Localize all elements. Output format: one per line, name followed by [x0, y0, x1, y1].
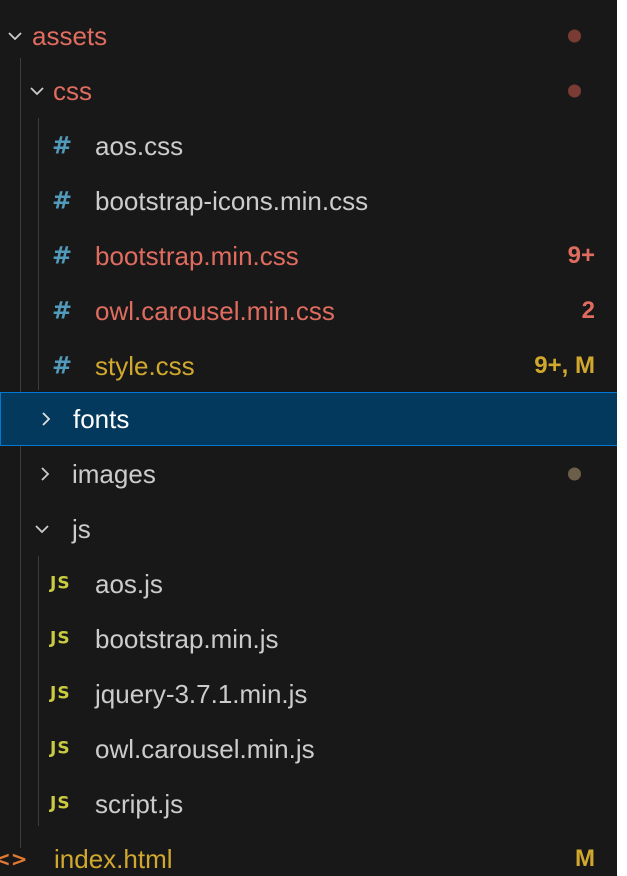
- css-file-icon: #: [52, 241, 73, 270]
- right-frame-edge: [617, 0, 627, 876]
- folder-label-fonts: fonts: [73, 404, 130, 434]
- problem-dot: [568, 84, 581, 98]
- folder-label-images: images: [72, 459, 156, 489]
- file-label: style.css: [95, 351, 195, 381]
- css-file-icon: #: [52, 186, 73, 215]
- problem-dot: [568, 29, 581, 43]
- js-file-icon: JS: [50, 683, 71, 704]
- folder-label-assets: assets: [32, 21, 108, 51]
- folder-label-js: js: [72, 514, 91, 544]
- js-file-icon: JS: [50, 793, 71, 814]
- file-label: owl.carousel.min.js: [95, 734, 315, 764]
- chevron-right-icon: [37, 410, 55, 428]
- file-script-js[interactable]: JS script.js: [0, 777, 627, 831]
- file-label: index.html: [54, 844, 173, 874]
- file-aos-css[interactable]: # aos.css: [0, 119, 627, 173]
- js-file-icon: JS: [50, 738, 71, 759]
- file-label: script.js: [95, 789, 184, 819]
- file-bootstrap-icons-css[interactable]: # bootstrap-icons.min.css: [0, 174, 627, 228]
- file-label: bootstrap.min.js: [95, 624, 279, 654]
- file-bootstrap-min-css[interactable]: # bootstrap.min.css 9+: [0, 229, 627, 283]
- file-label: aos.css: [95, 131, 184, 161]
- file-label: jquery-3.7.1.min.js: [95, 679, 308, 709]
- chevron-down-icon: [33, 520, 51, 538]
- file-jquery-js[interactable]: JS jquery-3.7.1.min.js: [0, 667, 627, 721]
- file-bootstrap-min-js[interactable]: JS bootstrap.min.js: [0, 612, 627, 666]
- file-owl-carousel-css[interactable]: # owl.carousel.min.css 2: [0, 284, 627, 338]
- file-style-css[interactable]: # style.css 9+, M: [0, 339, 627, 393]
- status-badge: 9+, M: [534, 352, 595, 379]
- folder-fonts[interactable]: fonts: [0, 392, 627, 446]
- folder-css[interactable]: css: [0, 64, 627, 118]
- js-file-icon: JS: [50, 628, 71, 649]
- folder-assets[interactable]: assets: [0, 9, 627, 63]
- js-file-icon: JS: [50, 573, 71, 594]
- file-label: owl.carousel.min.css: [95, 296, 335, 326]
- file-explorer: assets css # aos.css # bootstrap-icons.m…: [0, 0, 627, 876]
- file-label: aos.js: [95, 569, 163, 599]
- file-aos-js[interactable]: JS aos.js: [0, 557, 627, 611]
- status-badge: M: [575, 845, 595, 872]
- folder-label-css: css: [53, 76, 92, 106]
- file-index-html[interactable]: <> index.html M: [0, 832, 627, 876]
- css-file-icon: #: [52, 296, 73, 325]
- folder-js[interactable]: js: [0, 502, 627, 556]
- file-label: bootstrap.min.css: [95, 241, 299, 271]
- status-dot: [568, 467, 581, 481]
- folder-images[interactable]: images: [0, 447, 627, 501]
- chevron-down-icon: [6, 27, 24, 45]
- chevron-down-icon: [28, 82, 46, 100]
- css-file-icon: #: [52, 351, 73, 380]
- chevron-right-icon: [36, 465, 54, 483]
- css-file-icon: #: [52, 131, 73, 160]
- html-file-icon: <>: [0, 847, 28, 871]
- file-label: bootstrap-icons.min.css: [95, 186, 369, 216]
- file-owl-carousel-js[interactable]: JS owl.carousel.min.js: [0, 722, 627, 776]
- problem-count-badge: 9+: [567, 242, 595, 269]
- problem-count-badge: 2: [581, 297, 595, 324]
